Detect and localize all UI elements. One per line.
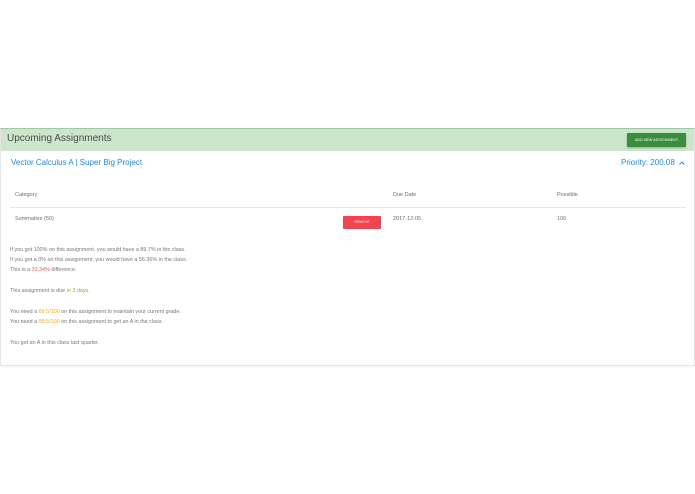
- category-cell: Summative (50): [15, 216, 54, 222]
- info-line-maintain: You need a 69.5/100 on this assignment t…: [10, 309, 181, 315]
- table-divider: [10, 207, 686, 208]
- maintain-prefix: You need a: [10, 309, 39, 315]
- panel-title: Upcoming Assignments: [7, 133, 112, 144]
- assignment-title[interactable]: Vector Calculus A | Super Big Project: [11, 158, 142, 167]
- due-date-cell: 2017-12-05: [393, 216, 422, 222]
- chevron-up-icon[interactable]: [678, 159, 686, 167]
- maintain-suffix: on this assignment to maintain your curr…: [59, 309, 181, 315]
- get-a-suffix: on this assignment to get an A in the cl…: [59, 319, 163, 325]
- get-a-prefix: You need a: [10, 319, 39, 325]
- column-header-possible: Possible: [557, 192, 578, 198]
- info-line-difference: This is a 33.34% difference.: [10, 267, 76, 273]
- difference-value: 33.34%: [31, 267, 50, 273]
- info-line-last-quarter: You got an A in this class last quarter.: [10, 340, 100, 346]
- difference-suffix: difference.: [49, 267, 77, 273]
- info-line-due: This assignment is due in 3 days.: [10, 288, 90, 294]
- get-a-value: 89.5/100: [38, 319, 60, 325]
- panel-header: Upcoming Assignments ADD NEW ASSIGNMENT: [1, 129, 694, 151]
- due-value: in 3 days.: [66, 288, 90, 294]
- column-header-category: Category: [15, 192, 38, 198]
- priority-label: Priority: 200.08: [621, 158, 675, 167]
- info-line-get-a: You need a 89.5/100 on this assignment t…: [10, 319, 163, 325]
- info-line-max: If you got 100% on this assignment, you …: [10, 247, 186, 253]
- maintain-value: 69.5/100: [38, 309, 60, 315]
- due-prefix: This assignment is due: [10, 288, 67, 294]
- difference-prefix: This is a: [10, 267, 32, 273]
- possible-cell: 100: [557, 216, 567, 222]
- column-header-due-date: Due Date: [393, 192, 417, 198]
- add-new-assignment-button[interactable]: ADD NEW ASSIGNMENT: [627, 133, 686, 147]
- upcoming-assignments-panel: Upcoming Assignments ADD NEW ASSIGNMENT …: [0, 128, 695, 366]
- info-line-min: If you got a 0% on this assignment, you …: [10, 257, 188, 263]
- remove-button[interactable]: REMOVE: [343, 216, 381, 229]
